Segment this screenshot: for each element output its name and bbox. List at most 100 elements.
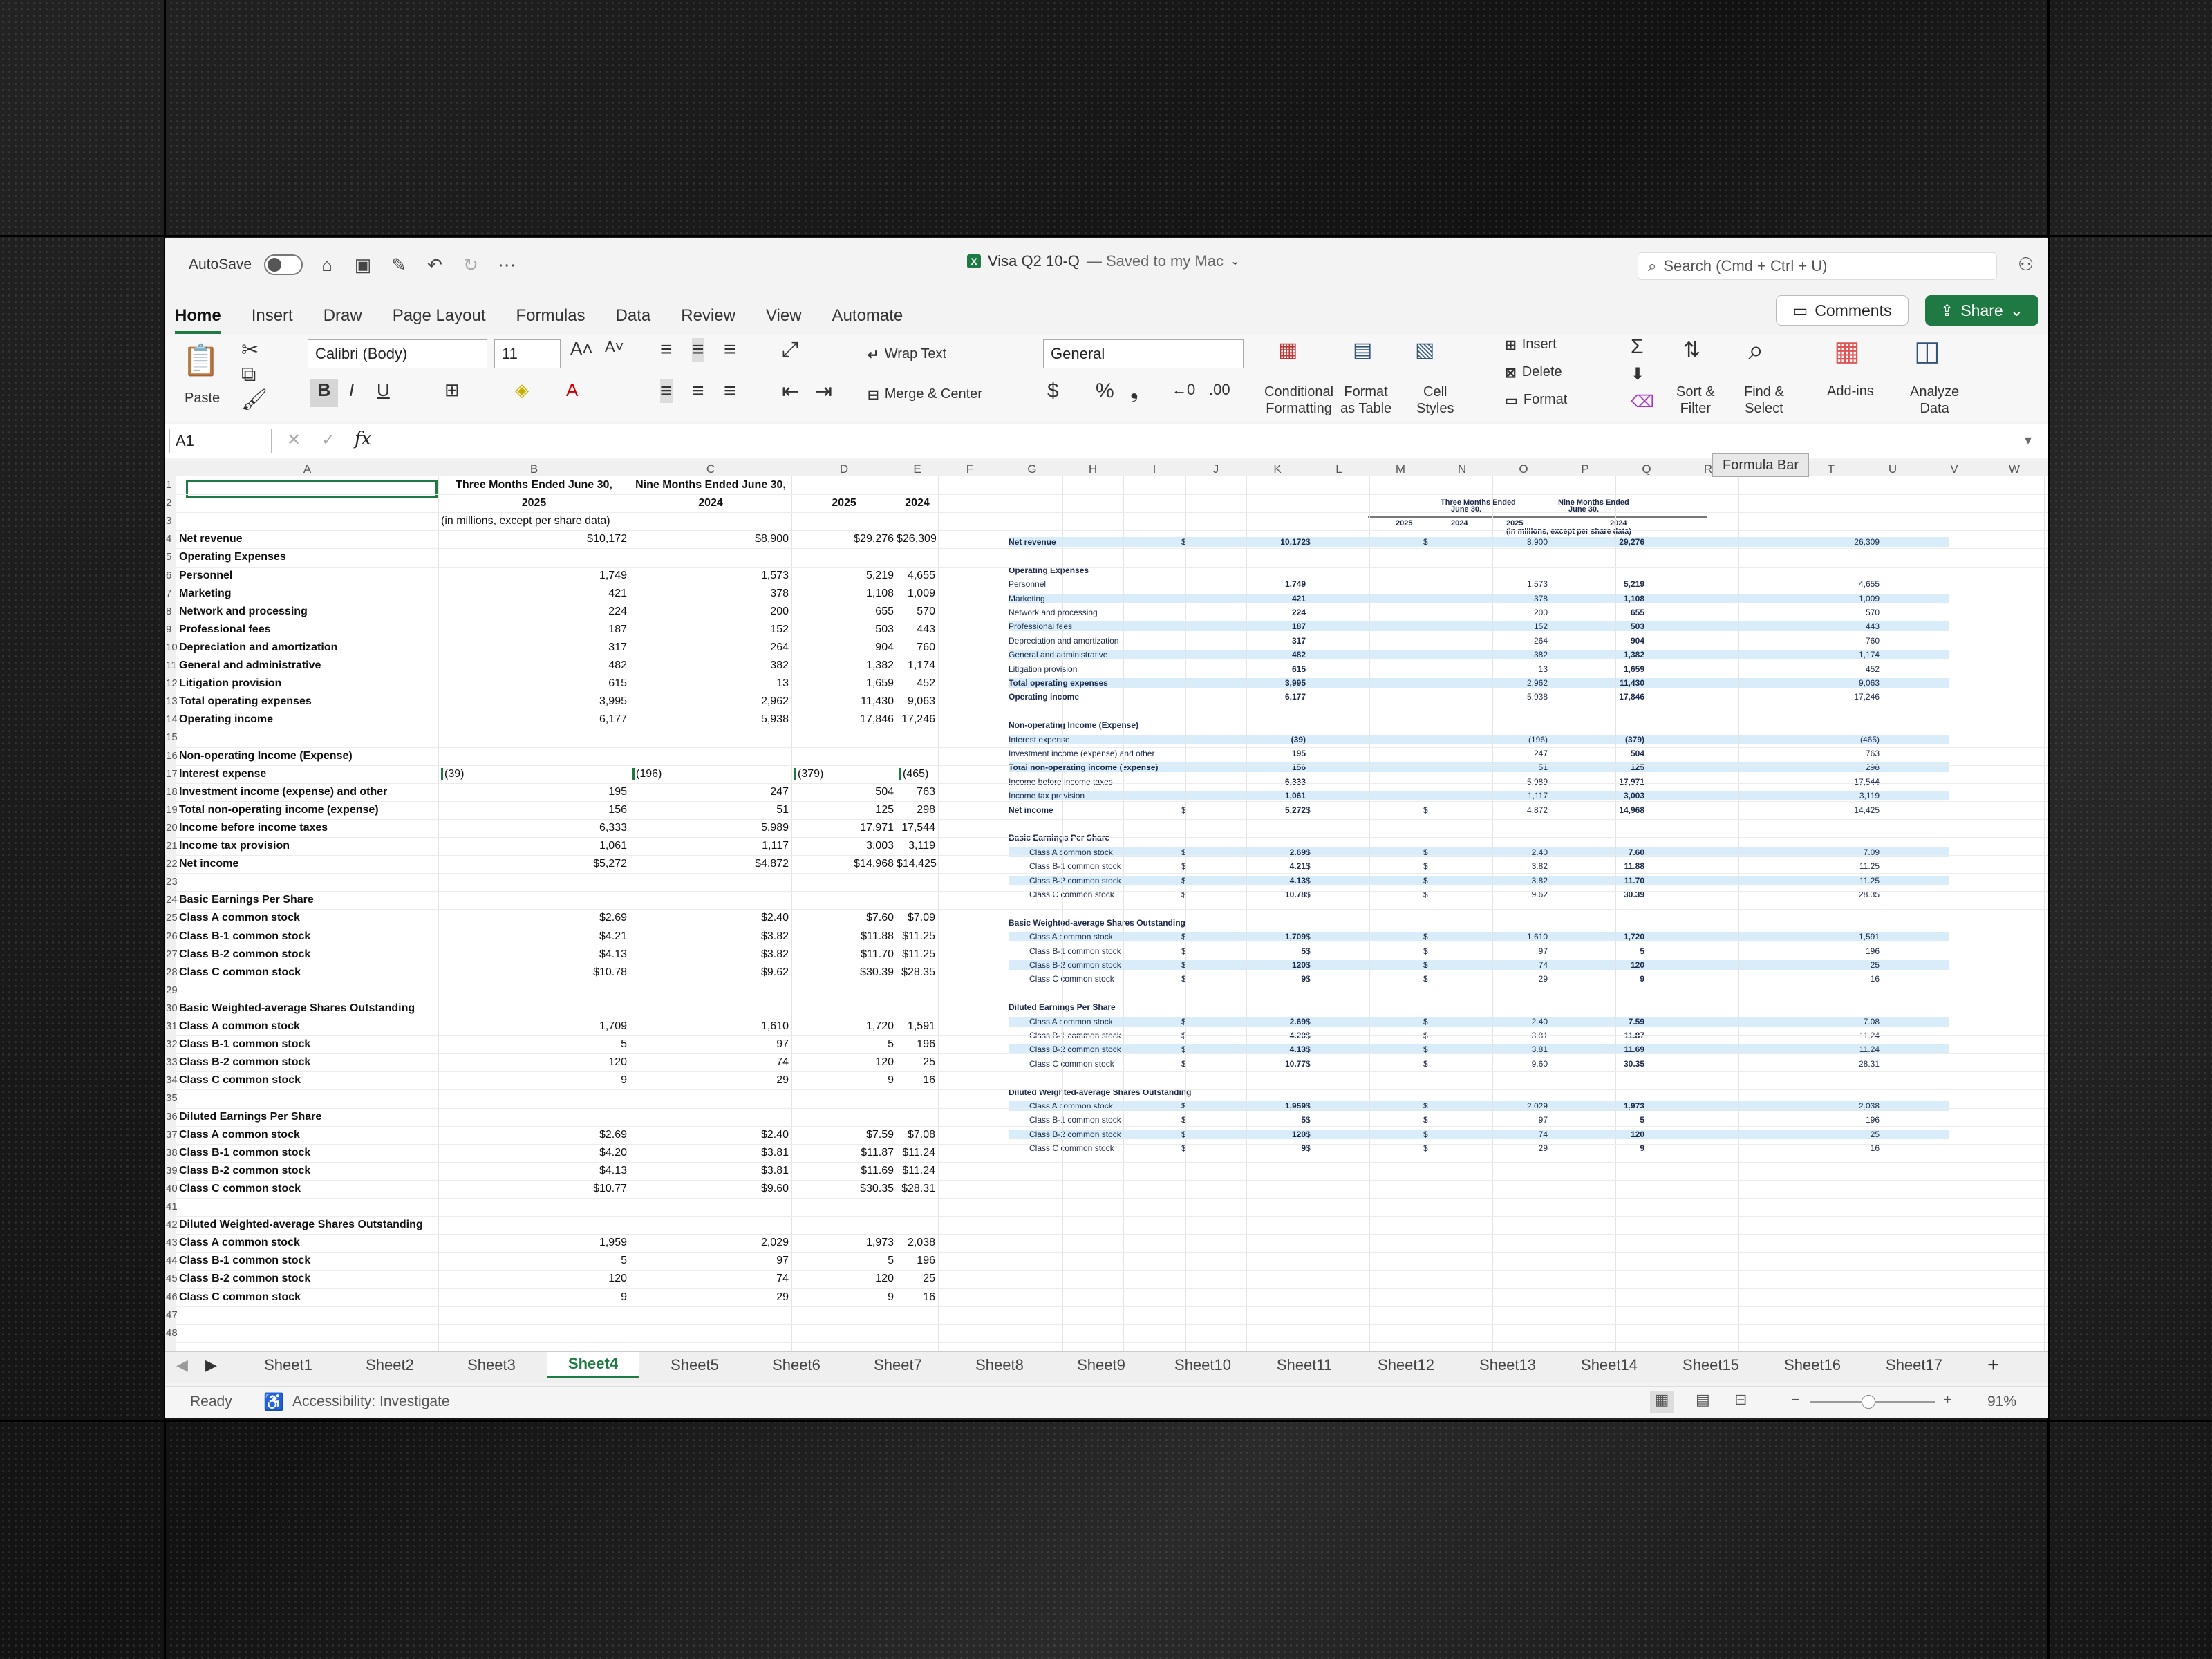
column-header-l[interactable]: L bbox=[1335, 462, 1342, 476]
currency-icon[interactable]: $ bbox=[1047, 379, 1059, 403]
cell-b8[interactable]: 224 bbox=[438, 606, 627, 618]
row-header-5[interactable]: 5 bbox=[166, 551, 171, 563]
normal-view-icon[interactable]: ▦ bbox=[1650, 1391, 1674, 1413]
add-ins-icon[interactable]: ▦ bbox=[1834, 335, 1860, 367]
sheet-tab-sheet11[interactable]: Sheet11 bbox=[1277, 1356, 1332, 1374]
cell-e7[interactable]: 1,009 bbox=[897, 588, 935, 600]
cell-c25[interactable]: $2.40 bbox=[630, 912, 789, 924]
cell-d37[interactable]: $7.59 bbox=[791, 1129, 894, 1141]
cell-a5[interactable]: Operating Expenses bbox=[179, 551, 286, 563]
cell-d38[interactable]: $11.87 bbox=[791, 1147, 894, 1159]
cell-c1[interactable]: Nine Months Ended June 30, bbox=[630, 479, 791, 491]
cell-a7[interactable]: Marketing bbox=[179, 588, 232, 600]
cell-c45[interactable]: 74 bbox=[630, 1273, 789, 1285]
row-header-23[interactable]: 23 bbox=[166, 876, 178, 888]
column-header-d[interactable]: D bbox=[840, 462, 848, 476]
cell-d39[interactable]: $11.69 bbox=[791, 1165, 894, 1177]
cell-d32[interactable]: 5 bbox=[791, 1038, 894, 1051]
tab-page-layout[interactable]: Page Layout bbox=[393, 302, 486, 330]
column-header-n[interactable]: N bbox=[1458, 462, 1466, 476]
tab-data[interactable]: Data bbox=[616, 302, 651, 330]
expand-formula-icon[interactable]: ▾ bbox=[2025, 431, 2032, 449]
column-header-x[interactable]: X bbox=[2047, 462, 2048, 476]
row-header-40[interactable]: 40 bbox=[166, 1183, 178, 1194]
column-header-j[interactable]: J bbox=[1213, 462, 1219, 476]
scroll-left-icon[interactable]: ◀ bbox=[176, 1356, 188, 1374]
cell-a6[interactable]: Personnel bbox=[179, 570, 232, 582]
cell-a4[interactable]: Net revenue bbox=[179, 533, 243, 545]
scroll-right-icon[interactable]: ▶ bbox=[205, 1356, 217, 1374]
cell-d2[interactable]: 2025 bbox=[791, 497, 897, 509]
conditional-formatting-icon[interactable]: ▦ bbox=[1278, 338, 1297, 362]
row-header-31[interactable]: 31 bbox=[166, 1020, 178, 1032]
cell-b21[interactable]: 1,061 bbox=[438, 840, 627, 852]
row-header-1[interactable]: 1 bbox=[166, 479, 171, 491]
sheet-tab-sheet3[interactable]: Sheet3 bbox=[467, 1356, 516, 1374]
sheet-tab-sheet12[interactable]: Sheet12 bbox=[1378, 1356, 1434, 1374]
sheet-tab-sheet4[interactable]: Sheet4 bbox=[547, 1352, 639, 1378]
row-header-20[interactable]: 20 bbox=[166, 822, 178, 834]
accessibility-status[interactable]: Accessibility: Investigate bbox=[292, 1394, 450, 1410]
cell-a11[interactable]: General and administrative bbox=[179, 659, 321, 672]
cell-a46[interactable]: Class C common stock bbox=[179, 1291, 301, 1304]
cell-d33[interactable]: 120 bbox=[791, 1056, 894, 1069]
row-header-6[interactable]: 6 bbox=[166, 570, 171, 581]
sheet-tab-sheet6[interactable]: Sheet6 bbox=[772, 1356, 821, 1374]
cell-a38[interactable]: Class B-1 common stock bbox=[179, 1147, 310, 1159]
add-sheet-icon[interactable]: + bbox=[1987, 1353, 2000, 1377]
row-header-36[interactable]: 36 bbox=[166, 1111, 178, 1123]
cell-c20[interactable]: 5,989 bbox=[630, 822, 789, 834]
cell-e9[interactable]: 443 bbox=[897, 624, 935, 636]
cell-b39[interactable]: $4.13 bbox=[438, 1165, 627, 1177]
cell-a30[interactable]: Basic Weighted-average Shares Outstandin… bbox=[179, 1002, 415, 1015]
row-header-2[interactable]: 2 bbox=[166, 497, 171, 509]
row-header-43[interactable]: 43 bbox=[166, 1237, 178, 1248]
cell-a36[interactable]: Diluted Earnings Per Share bbox=[179, 1111, 321, 1123]
cell-c38[interactable]: $3.81 bbox=[630, 1147, 789, 1159]
document-title[interactable]: X Visa Q2 10-Q — Saved to my Mac ⌄ bbox=[967, 252, 1239, 270]
row-header-24[interactable]: 24 bbox=[166, 894, 178, 906]
column-header-m[interactable]: M bbox=[1396, 462, 1405, 476]
pasted-financial-statement-image[interactable]: Three Months Ended June 30, Nine Months En… bbox=[1009, 498, 1954, 1155]
search-input[interactable]: ⌕ Search (Cmd + Ctrl + U) bbox=[1638, 252, 1997, 280]
cell-e27[interactable]: $11.25 bbox=[897, 948, 935, 961]
row-header-47[interactable]: 47 bbox=[166, 1309, 178, 1321]
font-size-dropdown[interactable]: 11 bbox=[494, 339, 561, 368]
cell-d4[interactable]: $29,276 bbox=[791, 533, 894, 545]
cell-d27[interactable]: $11.70 bbox=[791, 948, 894, 961]
cell-b1[interactable]: Three Months Ended June 30, bbox=[438, 479, 630, 491]
percent-icon[interactable]: % bbox=[1096, 379, 1114, 403]
row-header-42[interactable]: 42 bbox=[166, 1219, 178, 1230]
cell-e8[interactable]: 570 bbox=[897, 606, 935, 618]
cell-b26[interactable]: $4.21 bbox=[438, 930, 627, 943]
number-format-dropdown[interactable]: General bbox=[1043, 339, 1244, 368]
increase-font-icon[interactable]: A˄ bbox=[570, 338, 593, 359]
cell-d45[interactable]: 120 bbox=[791, 1273, 894, 1285]
row-header-29[interactable]: 29 bbox=[166, 984, 178, 996]
format-painter-icon[interactable]: 🖌 bbox=[241, 388, 268, 412]
cell-e31[interactable]: 1,591 bbox=[897, 1020, 935, 1033]
cell-a44[interactable]: Class B-1 common stock bbox=[179, 1255, 310, 1267]
cell-e40[interactable]: $28.31 bbox=[897, 1183, 935, 1195]
cell-c22[interactable]: $4,872 bbox=[630, 858, 789, 870]
cell-e43[interactable]: 2,038 bbox=[897, 1237, 935, 1249]
row-header-37[interactable]: 37 bbox=[166, 1129, 178, 1141]
font-color-icon[interactable]: A bbox=[566, 379, 578, 401]
cell-c4[interactable]: $8,900 bbox=[630, 533, 789, 545]
cell-b13[interactable]: 3,995 bbox=[438, 695, 627, 708]
row-header-35[interactable]: 35 bbox=[166, 1092, 178, 1104]
cell-a34[interactable]: Class C common stock bbox=[179, 1074, 301, 1087]
comma-icon[interactable]: ❟ bbox=[1130, 379, 1138, 403]
cell-b46[interactable]: 9 bbox=[438, 1291, 627, 1304]
cell-b32[interactable]: 5 bbox=[438, 1038, 627, 1051]
row-header-25[interactable]: 25 bbox=[166, 912, 178, 924]
row-header-15[interactable]: 15 bbox=[166, 731, 178, 743]
cell-a21[interactable]: Income tax provision bbox=[179, 840, 290, 852]
font-name-dropdown[interactable]: Calibri (Body) bbox=[308, 339, 487, 368]
cell-b44[interactable]: 5 bbox=[438, 1255, 627, 1267]
row-header-14[interactable]: 14 bbox=[166, 713, 178, 725]
cell-c27[interactable]: $3.82 bbox=[630, 948, 789, 961]
cell-c10[interactable]: 264 bbox=[630, 641, 789, 654]
save-as-icon[interactable]: ✎ bbox=[387, 254, 411, 276]
page-break-view-icon[interactable]: ⊟ bbox=[1734, 1391, 1747, 1409]
